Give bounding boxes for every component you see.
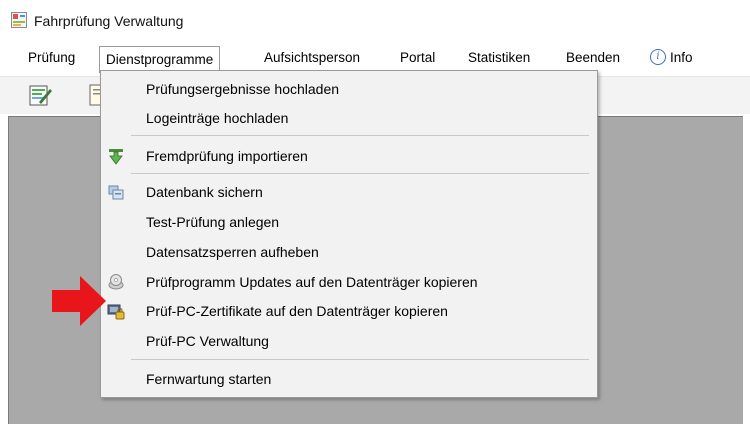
import-arrow-icon xyxy=(109,149,123,165)
menuitem-pruef-pc-zertifikate-kopieren[interactable]: Prüf-PC-Zertifikate auf den Datenträger … xyxy=(101,297,597,325)
highlight-arrow-icon xyxy=(52,276,106,326)
menu-separator xyxy=(131,135,589,136)
database-backup-icon xyxy=(108,185,124,200)
menu-aufsichtsperson[interactable]: Aufsichtsperson xyxy=(264,48,360,68)
menuitem-label: Logeinträge hochladen xyxy=(146,110,289,126)
menuitem-pruefprogramm-updates-kopieren[interactable]: Prüfprogramm Updates auf den Datenträger… xyxy=(101,268,597,296)
menu-pruefung[interactable]: Prüfung xyxy=(28,48,75,68)
app-icon xyxy=(11,12,27,28)
menuitem-label: Datenbank sichern xyxy=(146,184,263,200)
menuitem-fernwartung-starten[interactable]: Fernwartung starten xyxy=(101,365,597,393)
menu-info[interactable]: i Info xyxy=(650,48,693,68)
menu-separator xyxy=(131,173,589,174)
menuitem-fremdpruefung-importieren[interactable]: Fremdprüfung importieren xyxy=(101,142,597,170)
menuitem-datenbank-sichern[interactable]: Datenbank sichern xyxy=(101,178,597,206)
edit-form-icon[interactable] xyxy=(27,82,53,108)
window-title: Fahrprüfung Verwaltung xyxy=(34,13,184,29)
menuitem-label: Fernwartung starten xyxy=(146,371,272,387)
menuitem-label: Prüfungsergebnisse hochladen xyxy=(146,81,340,97)
menuitem-label: Prüf-PC-Zertifikate auf den Datenträger … xyxy=(146,303,448,319)
menuitem-label: Prüf-PC Verwaltung xyxy=(146,333,269,349)
info-icon: i xyxy=(650,49,666,66)
menu-separator xyxy=(131,359,589,360)
menuitem-label: Prüfprogramm Updates auf den Datenträger… xyxy=(146,274,478,290)
menuitem-pruef-pc-verwaltung[interactable]: Prüf-PC Verwaltung xyxy=(101,327,597,355)
menuitem-label: Datensatzsperren aufheben xyxy=(146,244,319,260)
menu-info-label: Info xyxy=(670,50,693,65)
certificate-lock-icon xyxy=(107,304,125,320)
title-bar: Fahrprüfung Verwaltung xyxy=(0,0,750,40)
menuitem-pruefungsergebnisse-hochladen[interactable]: Prüfungsergebnisse hochladen xyxy=(101,75,597,103)
menu-statistiken[interactable]: Statistiken xyxy=(468,48,530,68)
menuitem-test-pruefung-anlegen[interactable]: Test-Prüfung anlegen xyxy=(101,208,597,236)
menuitem-label: Fremdprüfung importieren xyxy=(146,148,308,164)
menu-beenden[interactable]: Beenden xyxy=(566,48,620,68)
menu-portal[interactable]: Portal xyxy=(400,48,435,68)
menu-dienstprogramme[interactable]: Dienstprogramme xyxy=(99,46,221,73)
dienstprogramme-dropdown: Prüfungsergebnisse hochladen Logeinträge… xyxy=(100,70,598,398)
disc-icon xyxy=(108,274,124,290)
menuitem-label: Test-Prüfung anlegen xyxy=(146,214,280,230)
menuitem-datensatzsperren-aufheben[interactable]: Datensatzsperren aufheben xyxy=(101,238,597,266)
menuitem-logeintraege-hochladen[interactable]: Logeinträge hochladen xyxy=(101,104,597,132)
